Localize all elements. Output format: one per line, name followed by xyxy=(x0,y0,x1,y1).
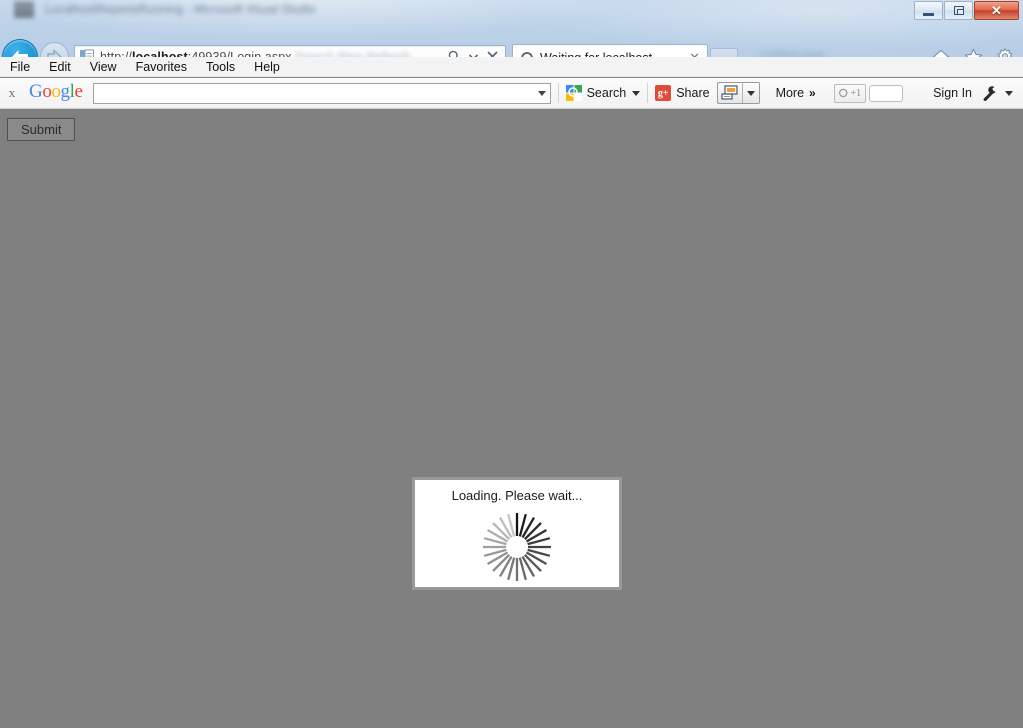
plus-one-button[interactable]: +1 xyxy=(834,83,867,103)
google-plus-share-icon: g+ xyxy=(655,85,672,101)
visual-studio-icon xyxy=(14,1,34,18)
loading-message: Loading. Please wait... xyxy=(451,488,583,503)
browser-window: LocalhostReportsRunning - Microsoft Visu… xyxy=(0,0,1023,728)
logo-letter-o2: o xyxy=(51,81,61,102)
screen-capture-button[interactable] xyxy=(716,82,760,104)
google-search-icon xyxy=(565,85,582,101)
google-toolbar: x Google Search g+ Share More » +1 Sign … xyxy=(0,78,1023,109)
restore-icon xyxy=(953,6,964,15)
plus-one-label: +1 xyxy=(850,87,862,99)
google-more-button[interactable]: More » xyxy=(776,86,816,100)
toolbar-separator xyxy=(557,83,559,103)
menu-item-view[interactable]: View xyxy=(90,60,117,74)
google-logo: Google xyxy=(29,81,83,103)
google-share-button[interactable]: g+ Share xyxy=(655,85,710,101)
logo-letter-e: e xyxy=(74,81,83,102)
screen-capture-icon xyxy=(718,85,742,101)
search-history-chevron-down-icon[interactable] xyxy=(537,90,546,96)
search-input[interactable] xyxy=(97,83,532,103)
toolbar-separator-2 xyxy=(647,83,649,103)
menu-item-edit[interactable]: Edit xyxy=(49,60,71,74)
screen-capture-chevron-down-icon[interactable] xyxy=(743,90,759,96)
submit-button[interactable]: Submit xyxy=(7,118,76,141)
page-content: Submit Loading. Please wait... xyxy=(0,110,1023,728)
logo-letter-g2: g xyxy=(60,81,71,102)
google-search-box[interactable] xyxy=(92,82,551,104)
menu-item-file[interactable]: File xyxy=(10,60,30,74)
close-icon: ✕ xyxy=(991,3,1002,18)
google-share-button-label: Share xyxy=(676,86,710,100)
loading-dialog: Loading. Please wait... xyxy=(412,477,622,590)
google-more-label: More xyxy=(775,86,805,100)
menu-item-help[interactable]: Help xyxy=(254,60,280,74)
menu-bar: File Edit View Favorites Tools Help xyxy=(0,57,1023,77)
google-search-button[interactable]: Search xyxy=(565,85,641,101)
minimize-icon xyxy=(923,12,934,16)
search-chevron-down-icon[interactable] xyxy=(632,90,641,96)
google-toolbar-right-group: +1 Sign In xyxy=(834,83,1023,103)
sign-in-button[interactable]: Sign In xyxy=(933,86,972,100)
menu-item-tools[interactable]: Tools xyxy=(206,60,235,74)
plus-one-g-icon xyxy=(839,88,848,98)
plus-one-count xyxy=(869,84,904,102)
wrench-icon[interactable] xyxy=(981,85,997,101)
background-window-title: LocalhostReportsRunning - Microsoft Visu… xyxy=(45,2,316,16)
logo-letter-g1: G xyxy=(29,81,43,102)
google-search-button-label: Search xyxy=(586,86,627,100)
radial-spinner xyxy=(479,509,555,585)
double-chevron-right-icon: » xyxy=(809,86,816,100)
browser-chrome: http://localhost:49939/Login.aspx Search… xyxy=(0,18,1023,76)
menu-item-favorites[interactable]: Favorites xyxy=(136,60,187,74)
google-toolbar-close-button[interactable]: x xyxy=(0,85,24,101)
settings-chevron-down-icon[interactable] xyxy=(1005,90,1013,96)
